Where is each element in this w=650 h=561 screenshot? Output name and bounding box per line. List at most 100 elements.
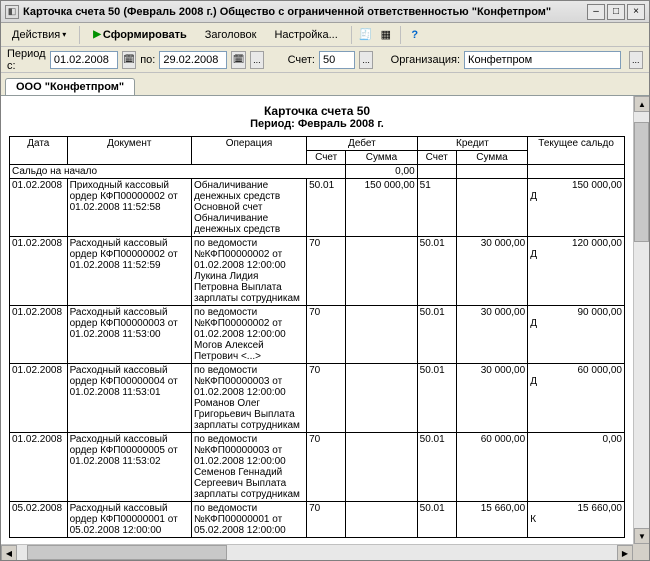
- cell-c-acct: 51: [417, 179, 456, 237]
- cell-d-acct: 70: [307, 237, 346, 306]
- table-row[interactable]: 05.02.2008Расходный кассовый ордер КФП00…: [10, 502, 625, 538]
- help-icon[interactable]: ?: [407, 27, 423, 43]
- table-row[interactable]: 01.02.2008Расходный кассовый ордер КФП00…: [10, 237, 625, 306]
- cell-c-sum: 15 660,00: [456, 502, 527, 538]
- cell-date: 01.02.2008: [10, 237, 68, 306]
- app-icon: ◧: [5, 5, 19, 19]
- table-row[interactable]: 01.02.2008Приходный кассовый ордер КФП00…: [10, 179, 625, 237]
- form-label: Сформировать: [103, 29, 187, 41]
- tree-icon[interactable]: 🧾: [358, 27, 374, 43]
- cell-c-sum: 30 000,00: [456, 364, 527, 433]
- opening-row: Сальдо на начало 0,00: [10, 165, 625, 179]
- cell-d-acct: 70: [307, 502, 346, 538]
- cell-date: 01.02.2008: [10, 179, 68, 237]
- scroll-right-button[interactable]: ▶: [617, 545, 633, 560]
- cell-c-sum: 30 000,00: [456, 306, 527, 364]
- org-input[interactable]: [464, 51, 621, 69]
- cell-op: Обналичивание денежных средств Основной …: [191, 179, 306, 237]
- scroll-down-button[interactable]: ▼: [634, 528, 649, 544]
- cell-doc: Расходный кассовый ордер КФП00000005 от …: [67, 433, 191, 502]
- cell-balance: 60 000,00Д: [528, 364, 625, 433]
- table-row[interactable]: 01.02.2008Расходный кассовый ордер КФП00…: [10, 433, 625, 502]
- period-label: Период с:: [7, 48, 46, 72]
- cell-balance: 90 000,00Д: [528, 306, 625, 364]
- cell-c-acct: 50.01: [417, 433, 456, 502]
- actions-menu[interactable]: Действия ▾: [5, 26, 73, 44]
- maximize-button[interactable]: □: [607, 4, 625, 20]
- app-window: ◧ Карточка счета 50 (Февраль 2008 г.) Об…: [0, 0, 650, 561]
- cell-op: по ведомости №КФП00000001 от 05.02.2008 …: [191, 502, 306, 538]
- cell-d-sum: [346, 433, 417, 502]
- account-label: Счет:: [288, 54, 315, 66]
- titlebar: ◧ Карточка счета 50 (Февраль 2008 г.) Об…: [1, 1, 649, 23]
- cell-d-acct: 70: [307, 364, 346, 433]
- table-row[interactable]: 01.02.2008Расходный кассовый ордер КФП00…: [10, 364, 625, 433]
- separator: [79, 26, 80, 44]
- filter-bar: Период с: 🗓 по: 🗓 ... Счет: ... Организа…: [1, 47, 649, 73]
- horizontal-scrollbar[interactable]: ◀ ▶: [1, 544, 633, 560]
- tab-org[interactable]: ООО "Конфетпром": [5, 78, 135, 95]
- window-buttons: – □ ×: [587, 4, 645, 20]
- cell-d-sum: [346, 502, 417, 538]
- cell-balance: 120 000,00Д: [528, 237, 625, 306]
- scroll-thumb[interactable]: [27, 545, 227, 560]
- tabbar: ООО "Конфетпром": [1, 73, 649, 95]
- cell-c-acct: 50.01: [417, 364, 456, 433]
- grid-icon[interactable]: ▦: [378, 27, 394, 43]
- separator: [351, 26, 352, 44]
- scroll-track[interactable]: [634, 112, 649, 528]
- cell-op: по ведомости №КФП00000002 от 01.02.2008 …: [191, 237, 306, 306]
- cell-d-acct: 70: [307, 306, 346, 364]
- cell-date: 01.02.2008: [10, 306, 68, 364]
- calendar-to-button[interactable]: 🗓: [231, 51, 245, 69]
- th-doc: Документ: [67, 137, 191, 165]
- cell-date: 05.02.2008: [10, 502, 68, 538]
- scroll-thumb[interactable]: [634, 122, 649, 242]
- account-picker-button[interactable]: ...: [359, 51, 373, 69]
- chevron-down-icon: ▾: [62, 30, 66, 39]
- org-picker-button[interactable]: ...: [629, 51, 643, 69]
- scroll-up-button[interactable]: ▲: [634, 96, 649, 112]
- th-balance: Текущее сальдо: [528, 137, 625, 165]
- th-date: Дата: [10, 137, 68, 165]
- cell-c-sum: [456, 179, 527, 237]
- header-button[interactable]: Заголовок: [198, 26, 264, 44]
- th-c-sum: Сумма: [456, 151, 527, 165]
- settings-button[interactable]: Настройка...: [267, 26, 344, 44]
- date-to-input[interactable]: [159, 51, 227, 69]
- calendar-from-button[interactable]: 🗓: [122, 51, 136, 69]
- account-input[interactable]: [319, 51, 355, 69]
- toolbar: Действия ▾ ▶ Сформировать Заголовок Наст…: [1, 23, 649, 47]
- cell-date: 01.02.2008: [10, 433, 68, 502]
- scroll-corner: [633, 544, 649, 560]
- table-row[interactable]: 01.02.2008Расходный кассовый ордер КФП00…: [10, 306, 625, 364]
- cell-d-sum: [346, 237, 417, 306]
- th-c-acct: Счет: [417, 151, 456, 165]
- th-credit: Кредит: [417, 137, 528, 151]
- report-title: Карточка счета 50: [9, 104, 625, 118]
- scroll-left-button[interactable]: ◀: [1, 545, 17, 560]
- window-title: Карточка счета 50 (Февраль 2008 г.) Обще…: [23, 6, 587, 18]
- cell-c-sum: 30 000,00: [456, 237, 527, 306]
- org-label: Организация:: [391, 54, 460, 66]
- report-area: Карточка счета 50 Период: Февраль 2008 г…: [1, 95, 649, 560]
- vertical-scrollbar[interactable]: ▲ ▼: [633, 96, 649, 544]
- cell-c-acct: 50.01: [417, 237, 456, 306]
- cell-doc: Расходный кассовый ордер КФП00000002 от …: [67, 237, 191, 306]
- scroll-track[interactable]: [17, 545, 617, 560]
- separator: [400, 26, 401, 44]
- period-picker-button[interactable]: ...: [250, 51, 264, 69]
- cell-balance: 150 000,00Д: [528, 179, 625, 237]
- report-content: Карточка счета 50 Период: Февраль 2008 г…: [1, 96, 633, 544]
- cell-doc: Расходный кассовый ордер КФП00000003 от …: [67, 306, 191, 364]
- close-button[interactable]: ×: [627, 4, 645, 20]
- report-period: Период: Февраль 2008 г.: [9, 118, 625, 130]
- th-op: Операция: [191, 137, 306, 165]
- cell-d-sum: [346, 364, 417, 433]
- cell-balance: 0,00: [528, 433, 625, 502]
- minimize-button[interactable]: –: [587, 4, 605, 20]
- date-from-input[interactable]: [50, 51, 118, 69]
- form-button[interactable]: ▶ Сформировать: [86, 26, 194, 44]
- opening-value: 0,00: [346, 165, 417, 179]
- play-icon: ▶: [93, 29, 101, 40]
